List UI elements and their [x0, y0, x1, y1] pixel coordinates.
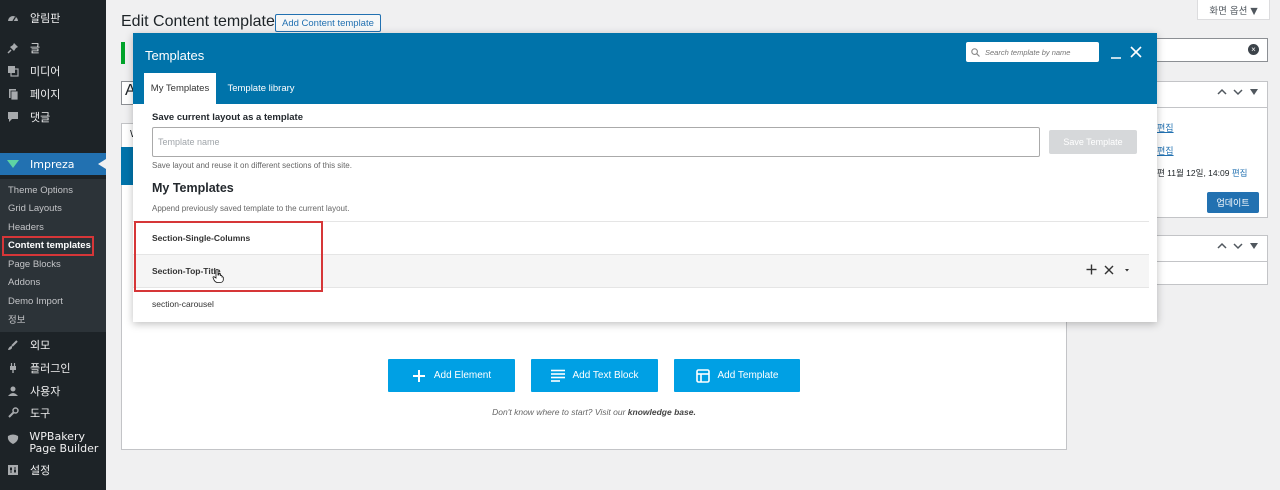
sidebar-item-users[interactable]: 사용자	[0, 380, 106, 402]
wrench-icon	[6, 406, 20, 420]
update-button[interactable]: 업데이트	[1207, 192, 1259, 213]
tab-my-templates[interactable]: My Templates	[144, 73, 216, 104]
submenu-item[interactable]: Addons	[0, 273, 106, 291]
save-template-button[interactable]: Save Template	[1049, 130, 1137, 154]
plus-icon	[412, 369, 425, 382]
chevron-up-icon[interactable]	[1217, 242, 1227, 250]
side-box	[1157, 235, 1268, 285]
right-search-field[interactable]: ×	[1157, 38, 1268, 62]
template-name: section-carousel	[152, 299, 214, 309]
help-text: Don't know where to start? Visit our kno…	[492, 407, 696, 417]
modal-title: Templates	[145, 48, 205, 63]
chevron-down-icon[interactable]	[1233, 88, 1243, 96]
template-search[interactable]	[966, 42, 1099, 62]
edit-date-link[interactable]: 편집	[1232, 168, 1248, 178]
sidebar-item-label: 댓글	[30, 111, 51, 124]
edit-visibility-link[interactable]: 편집	[1157, 144, 1174, 157]
save-help-text: Save layout and reuse it on different se…	[152, 161, 352, 170]
page-title: Edit Content template	[121, 13, 275, 30]
submenu-item[interactable]: Page Blocks	[0, 255, 106, 273]
my-templates-heading: My Templates	[152, 181, 234, 195]
impreza-logo-icon	[6, 157, 20, 171]
chevron-down-icon[interactable]	[1233, 242, 1243, 250]
sidebar-item-label: 외모	[30, 339, 51, 352]
sidebar-item-impreza[interactable]: Impreza	[0, 153, 106, 175]
text-lines-icon	[550, 369, 565, 382]
templates-modal: Templates My Templates Template library …	[133, 33, 1157, 322]
sidebar-item-label: 설정	[30, 464, 51, 477]
gauge-icon	[6, 11, 20, 25]
tab-template-library[interactable]: Template library	[220, 73, 302, 104]
close-icon[interactable]	[1129, 45, 1143, 59]
submenu-item[interactable]: Headers	[0, 218, 106, 236]
add-icon[interactable]	[1086, 264, 1097, 275]
clear-icon[interactable]: ×	[1248, 44, 1259, 55]
my-templates-help: Append previously saved template to the …	[152, 204, 350, 213]
submenu-item[interactable]: Grid Layouts	[0, 199, 106, 217]
settings-icon	[6, 463, 20, 477]
add-template-button[interactable]: Add Template	[674, 359, 800, 392]
search-icon	[971, 47, 980, 57]
submenu-item[interactable]: 정보	[0, 310, 106, 328]
expand-caret-icon[interactable]	[1121, 265, 1133, 275]
sidebar-item-dashboard[interactable]: 알림판	[0, 7, 106, 29]
sidebar-item-wpbakery[interactable]: WPBakery Page Builder	[0, 431, 106, 457]
sidebar-item-media[interactable]: 미디어	[0, 60, 106, 82]
caret-down-icon[interactable]	[1249, 242, 1259, 250]
sidebar-item-label: WPBakery Page Builder	[29, 430, 99, 455]
add-text-block-label: Add Text Block	[572, 370, 639, 381]
highlight-annotation	[2, 236, 94, 256]
side-box-header	[1157, 236, 1267, 262]
add-element-button[interactable]: Add Element	[388, 359, 515, 392]
sidebar-item-label: 사용자	[30, 385, 61, 398]
template-name-input[interactable]	[152, 127, 1040, 157]
media-icon	[6, 64, 20, 78]
save-layout-label: Save current layout as a template	[152, 112, 304, 123]
user-icon	[6, 384, 20, 398]
knowledge-base-link[interactable]: knowledge base.	[628, 407, 696, 417]
plugin-icon	[6, 361, 20, 375]
notice-bar	[121, 42, 125, 64]
sidebar-item-posts[interactable]: 글	[0, 37, 106, 59]
delete-icon[interactable]	[1104, 265, 1114, 275]
brush-icon	[6, 338, 20, 352]
add-template-label: Add Template	[717, 370, 779, 381]
sidebar-item-settings[interactable]: 설정	[0, 459, 106, 481]
sidebar-item-label: 플러그인	[30, 362, 71, 375]
admin-sidebar: 알림판 글 미디어 페이지 댓글 Impreza Theme Options G…	[0, 0, 106, 490]
add-text-block-button[interactable]: Add Text Block	[531, 359, 658, 392]
modal-header: Templates My Templates Template library	[133, 33, 1157, 104]
sidebar-item-label: 페이지	[30, 88, 61, 101]
edit-status-link[interactable]: 편집	[1157, 121, 1174, 134]
publish-box-header	[1157, 82, 1267, 108]
publish-date: 편 11월 12일, 14:09 편집	[1157, 168, 1248, 178]
chevron-up-icon[interactable]	[1217, 88, 1227, 96]
sidebar-item-plugins[interactable]: 플러그인	[0, 357, 106, 379]
sidebar-item-appearance[interactable]: 외모	[0, 334, 106, 356]
submenu-item[interactable]: Demo Import	[0, 292, 106, 310]
sidebar-item-label: Impreza	[30, 157, 75, 171]
sidebar-item-label: 알림판	[30, 12, 61, 25]
pin-icon	[6, 41, 20, 55]
template-icon	[695, 368, 710, 383]
screen-options-button[interactable]: 화면 옵션 ▼	[1197, 0, 1270, 20]
add-content-template-button[interactable]: Add Content template	[275, 14, 381, 32]
caret-down-icon[interactable]	[1249, 88, 1259, 96]
sidebar-item-label: 미디어	[30, 65, 61, 78]
add-element-label: Add Element	[433, 370, 492, 381]
highlight-annotation	[134, 221, 323, 292]
submenu-item[interactable]: Theme Options	[0, 181, 106, 199]
sidebar-item-pages[interactable]: 페이지	[0, 83, 106, 105]
sidebar-item-label: 도구	[30, 407, 51, 420]
sidebar-item-comments[interactable]: 댓글	[0, 106, 106, 128]
sidebar-item-label: 글	[30, 42, 41, 55]
minimize-icon[interactable]	[1110, 48, 1122, 60]
page-icon	[6, 87, 20, 101]
comment-icon	[6, 110, 20, 124]
sidebar-item-tools[interactable]: 도구	[0, 402, 106, 424]
template-search-input[interactable]	[985, 47, 1093, 57]
wpbakery-icon	[6, 432, 19, 446]
